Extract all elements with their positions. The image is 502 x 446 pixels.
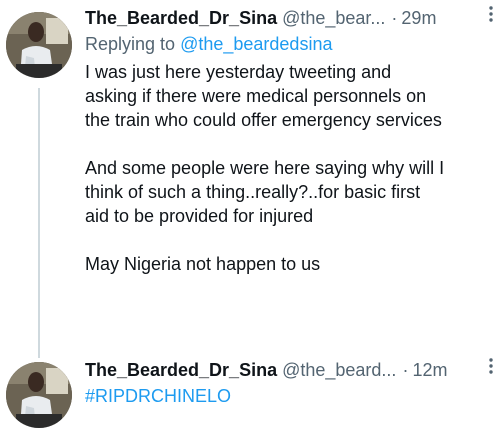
more-vertical-icon[interactable] <box>484 356 498 376</box>
author-handle[interactable]: @the_bear... <box>282 6 385 30</box>
tweet-header: The_Bearded_Dr_Sina @the_bear... · 29m <box>85 6 496 30</box>
avatar[interactable] <box>6 362 72 428</box>
separator-dot: · <box>402 360 409 380</box>
separator-dot: · <box>391 8 398 28</box>
more-vertical-icon[interactable] <box>484 4 498 24</box>
author-name[interactable]: The_Bearded_Dr_Sina <box>85 358 277 382</box>
avatar[interactable] <box>6 12 72 78</box>
tweet-timestamp[interactable]: 29m <box>401 6 436 30</box>
tweet-text: I was just here yesterday tweeting and a… <box>85 60 496 276</box>
replying-mention-link[interactable]: @the_beardedsina <box>180 34 332 54</box>
tweet-paragraph: May Nigeria not happen to us <box>85 254 321 274</box>
replying-to: Replying to @the_beardedsina <box>85 32 496 56</box>
hashtag-link[interactable]: #RIPDRCHINELO <box>85 386 231 406</box>
author-name[interactable]: The_Bearded_Dr_Sina <box>85 6 277 30</box>
tweet-body: The_Bearded_Dr_Sina @the_beard... · 12m … <box>85 358 496 408</box>
replying-prefix: Replying to <box>85 34 176 54</box>
tweet-body: The_Bearded_Dr_Sina @the_bear... · 29m R… <box>85 6 496 276</box>
avatar-image <box>6 12 72 78</box>
tweet-thread: The_Bearded_Dr_Sina @the_bear... · 29m R… <box>0 0 502 446</box>
author-handle[interactable]: @the_beard... <box>282 358 396 382</box>
tweet-paragraph: I was just here yesterday tweeting and a… <box>85 62 442 130</box>
thread-connector-line <box>38 88 40 358</box>
tweet-timestamp[interactable]: 12m <box>412 358 447 382</box>
tweet-paragraph: And some people were here saying why wil… <box>85 158 445 226</box>
avatar-image <box>6 362 72 428</box>
tweet-text: #RIPDRCHINELO <box>85 384 496 408</box>
tweet-header: The_Bearded_Dr_Sina @the_beard... · 12m <box>85 358 496 382</box>
